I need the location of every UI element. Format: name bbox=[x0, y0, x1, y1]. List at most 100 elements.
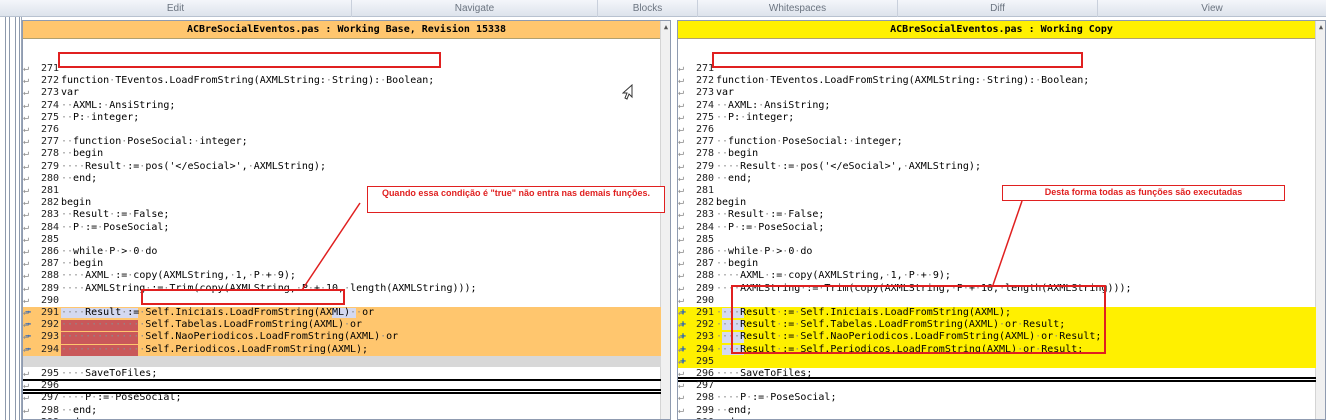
code-text[interactable]: ····AXML·:=·copy(AXMLString,·1,·P·+·9); bbox=[716, 270, 951, 282]
code-text[interactable]: ··begin bbox=[716, 258, 758, 270]
code-line[interactable]: +295 ↵ bbox=[678, 356, 1316, 368]
right-code-area[interactable]: 271 ↵ 272 function·TEventos.LoadFromString(… bbox=[678, 63, 1316, 419]
code-text[interactable]: begin bbox=[716, 197, 746, 209]
code-text[interactable]: ··P·:=·PoseSocial; bbox=[716, 222, 824, 234]
code-text[interactable]: ··P:·integer; bbox=[716, 112, 794, 124]
code-line[interactable]: 278 ··begin ↵ bbox=[23, 148, 661, 160]
code-line[interactable]: 280 ··end; ↵ bbox=[23, 173, 661, 185]
code-text[interactable]: ··············Self.Periodicos.LoadFromSt… bbox=[61, 344, 368, 356]
code-text[interactable]: begin bbox=[61, 197, 91, 209]
code-text[interactable]: ··end; bbox=[61, 173, 97, 185]
code-line[interactable]: 298 ····P·:=·PoseSocial; ↵ bbox=[678, 392, 1316, 404]
code-line[interactable]: 296 ↵ bbox=[23, 380, 661, 392]
code-text[interactable]: ··P·:=·PoseSocial; bbox=[61, 222, 169, 234]
code-line[interactable]: 284 ··P·:=·PoseSocial; ↵ bbox=[23, 222, 661, 234]
code-text[interactable]: ··while·P·>·0·do bbox=[61, 246, 157, 258]
line-number: 271 bbox=[695, 63, 714, 74]
ribbon-group-edit[interactable]: Edit bbox=[0, 0, 352, 17]
code-line[interactable]: 288 ····AXML·:=·copy(AXMLString,·1,·P·+·9… bbox=[23, 270, 661, 282]
right-vertical-scrollbar[interactable]: ▲ bbox=[1315, 21, 1325, 419]
code-line[interactable]: 286 ··while·P·>·0·do ↵ bbox=[678, 246, 1316, 258]
line-number: 297 bbox=[695, 380, 714, 392]
ribbon-bar: Edit Navigate Blocks Whitespaces Diff Vi… bbox=[0, 0, 1326, 17]
code-line[interactable]: 276 ↵ bbox=[23, 124, 661, 136]
code-line[interactable]: 275 ··P:·integer; ↵ bbox=[678, 112, 1316, 124]
code-line[interactable]: 287 ··begin ↵ bbox=[23, 258, 661, 270]
code-line[interactable] bbox=[23, 356, 661, 368]
code-line[interactable]: −293 ··············Self.NaoPeriodicos.Loa… bbox=[23, 331, 661, 343]
code-line[interactable]: 272 function·TEventos.LoadFromString(AXML… bbox=[678, 75, 1316, 87]
code-text[interactable]: ··Result·:=·False; bbox=[716, 209, 824, 221]
line-number: 287 bbox=[695, 258, 714, 270]
code-text[interactable]: var bbox=[61, 87, 79, 99]
code-text[interactable]: ··Result·:=·False; bbox=[61, 209, 169, 221]
code-text[interactable]: ··AXML:·AnsiString; bbox=[716, 100, 830, 112]
right-pane-working-copy[interactable]: ACBreSocialEventos.pas : Working Copy ▲ … bbox=[677, 20, 1326, 420]
left-vertical-scrollbar[interactable]: ▲ bbox=[660, 21, 670, 419]
code-text[interactable]: ····P·:=·PoseSocial; bbox=[716, 392, 836, 404]
code-line[interactable]: 273 var ↵ bbox=[23, 87, 661, 99]
code-line[interactable]: −291 ····Result·:=·Self.Iniciais.LoadFrom… bbox=[23, 307, 661, 319]
code-text[interactable]: ····Result·:=·pos('</eSocial>',·AXMLStri… bbox=[716, 161, 981, 173]
code-line[interactable]: 296 ····SaveToFiles; ↵ bbox=[678, 368, 1316, 380]
location-bar[interactable] bbox=[0, 17, 22, 420]
code-text[interactable]: function·TEventos.LoadFromString(AXMLStr… bbox=[61, 75, 434, 87]
code-text[interactable]: ····P·:=·PoseSocial; bbox=[61, 392, 181, 404]
code-line[interactable]: 274 ··AXML:·AnsiString; ↵ bbox=[678, 100, 1316, 112]
code-line[interactable]: 279 ····Result·:=·pos('</eSocial>',·AXMLS… bbox=[23, 161, 661, 173]
code-text[interactable]: ··end; bbox=[61, 405, 97, 417]
code-line[interactable]: −294 ··············Self.Periodicos.LoadFr… bbox=[23, 344, 661, 356]
code-text[interactable]: ··begin bbox=[61, 258, 103, 270]
code-line[interactable]: 276 ↵ bbox=[678, 124, 1316, 136]
ribbon-group-whitespaces[interactable]: Whitespaces bbox=[698, 0, 898, 17]
code-line[interactable]: 273 var ↵ bbox=[678, 87, 1316, 99]
code-text[interactable]: ····SaveToFiles; bbox=[61, 368, 157, 380]
ribbon-group-diff[interactable]: Diff bbox=[898, 0, 1098, 17]
code-text[interactable]: function·TEventos.LoadFromString(AXMLStr… bbox=[716, 75, 1089, 87]
code-text[interactable]: ····AXML·:=·copy(AXMLString,·1,·P·+·9); bbox=[61, 270, 296, 282]
code-line[interactable]: 283 ··Result·:=·False; ↵ bbox=[678, 209, 1316, 221]
code-text[interactable]: ··function·PoseSocial:·integer; bbox=[716, 136, 903, 148]
code-text[interactable]: ··············Self.NaoPeriodicos.LoadFro… bbox=[61, 331, 398, 343]
code-line[interactable]: 298 ··end; ↵ bbox=[23, 405, 661, 417]
code-line[interactable]: 275 ··P:·integer; ↵ bbox=[23, 112, 661, 124]
code-line[interactable]: 284 ··P·:=·PoseSocial; ↵ bbox=[678, 222, 1316, 234]
code-line[interactable]: 279 ····Result·:=·pos('</eSocial>',·AXMLS… bbox=[678, 161, 1316, 173]
left-code-area[interactable]: 271 ↵ 272 function·TEventos.LoadFromString(… bbox=[23, 63, 661, 419]
code-line[interactable]: 297 ↵ bbox=[678, 380, 1316, 392]
code-line[interactable]: −292 ··············Self.Tabelas.LoadFromS… bbox=[23, 319, 661, 331]
code-text[interactable]: var bbox=[716, 87, 734, 99]
code-line[interactable]: 277 ··function·PoseSocial:·integer; ↵ bbox=[678, 136, 1316, 148]
ribbon-group-view[interactable]: View bbox=[1098, 0, 1326, 17]
code-line[interactable]: 280 ··end; ↵ bbox=[678, 173, 1316, 185]
scroll-up-arrow-icon[interactable]: ▲ bbox=[661, 23, 670, 31]
code-text[interactable]: ··AXML:·AnsiString; bbox=[61, 100, 175, 112]
ribbon-group-blocks[interactable]: Blocks bbox=[598, 0, 698, 17]
code-line[interactable]: 288 ····AXML·:=·copy(AXMLString,·1,·P·+·9… bbox=[678, 270, 1316, 282]
scroll-up-arrow-icon[interactable]: ▲ bbox=[1316, 23, 1325, 31]
code-line[interactable]: 286 ··while·P·>·0·do ↵ bbox=[23, 246, 661, 258]
code-text[interactable]: ····Result·:=·Self.Iniciais.LoadFromStri… bbox=[61, 307, 374, 319]
code-line[interactable]: 287 ··begin ↵ bbox=[678, 258, 1316, 270]
code-line[interactable]: 274 ··AXML:·AnsiString; ↵ bbox=[23, 100, 661, 112]
code-text[interactable]: ··············Self.Tabelas.LoadFromStrin… bbox=[61, 319, 362, 331]
code-text[interactable]: ··begin bbox=[716, 148, 758, 160]
code-line[interactable]: 277 ··function·PoseSocial:·integer; ↵ bbox=[23, 136, 661, 148]
code-text[interactable]: ··while·P·>·0·do bbox=[716, 246, 812, 258]
code-text[interactable]: ····Result·:=·pos('</eSocial>',·AXMLStri… bbox=[61, 161, 326, 173]
code-line[interactable]: 297 ····P·:=·PoseSocial; ↵ bbox=[23, 392, 661, 404]
code-text[interactable]: ··end; bbox=[716, 405, 752, 417]
code-line[interactable]: 272 function·TEventos.LoadFromString(AXML… bbox=[23, 75, 661, 87]
code-line[interactable]: 295 ····SaveToFiles; ↵ bbox=[23, 368, 661, 380]
code-text[interactable]: ··P:·integer; bbox=[61, 112, 139, 124]
code-text[interactable]: ··end; bbox=[716, 173, 752, 185]
code-line[interactable]: 278 ··begin ↵ bbox=[678, 148, 1316, 160]
left-pane-working-base[interactable]: ACBreSocialEventos.pas : Working Base, R… bbox=[22, 20, 671, 420]
code-text[interactable]: ····SaveToFiles; bbox=[716, 368, 812, 380]
code-line[interactable]: 285 ↵ bbox=[678, 234, 1316, 246]
code-text[interactable]: ··begin bbox=[61, 148, 103, 160]
ribbon-group-navigate[interactable]: Navigate bbox=[352, 0, 598, 17]
code-line[interactable]: 299 ··end; ↵ bbox=[678, 405, 1316, 417]
code-text[interactable]: ··function·PoseSocial:·integer; bbox=[61, 136, 248, 148]
code-line[interactable]: 285 ↵ bbox=[23, 234, 661, 246]
